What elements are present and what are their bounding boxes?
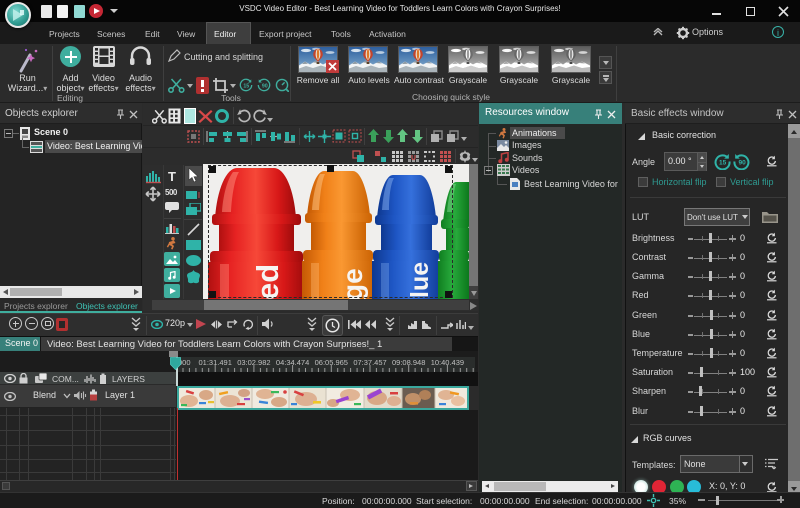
- svg-text:10:40.439: 10:40.439: [431, 358, 464, 367]
- svg-text:15: 15: [243, 84, 249, 90]
- svg-text:90: 90: [262, 84, 268, 90]
- svg-text:03:02.982: 03:02.982: [237, 358, 270, 367]
- svg-text:04:34.474: 04:34.474: [276, 358, 309, 367]
- svg-text:15: 15: [719, 160, 727, 167]
- svg-text:90: 90: [739, 160, 747, 167]
- svg-text:07:37.457: 07:37.457: [353, 358, 386, 367]
- svg-text:09:08.948: 09:08.948: [392, 358, 425, 367]
- svg-text:01:31.491: 01:31.491: [199, 358, 232, 367]
- svg-text:06:05.965: 06:05.965: [315, 358, 348, 367]
